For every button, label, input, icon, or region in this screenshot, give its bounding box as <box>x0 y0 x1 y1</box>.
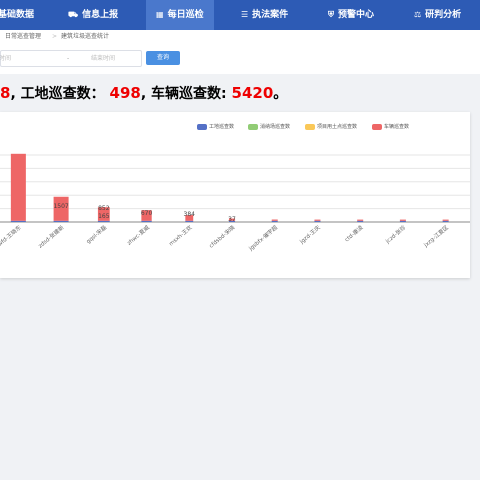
x-tick-label: gqwfd-王晓东 <box>0 223 23 252</box>
data-label: 384 <box>184 211 196 218</box>
x-tick-label: jgsbfx-催宇超 <box>246 223 279 253</box>
bar-vehicle[interactable] <box>399 219 406 221</box>
bar-site[interactable] <box>141 220 152 222</box>
bar-site[interactable] <box>442 220 449 222</box>
x-tick-label: cfdsbd-宋晓 <box>207 223 236 250</box>
bar-vehicle[interactable] <box>10 153 26 221</box>
bar-site[interactable] <box>185 220 194 222</box>
bar-site[interactable] <box>399 220 406 222</box>
bar-site[interactable] <box>53 220 69 222</box>
bar-site[interactable] <box>271 220 278 222</box>
data-label: 165 <box>98 213 110 220</box>
bar-vehicle[interactable] <box>357 219 364 221</box>
x-tick-label: gqsl-宋磊 <box>84 223 108 245</box>
bar-chart: gqwfd-王晓东 zdsd-张建新 gqsl-宋磊 zhwc-夏威 msxh-王欢 cf… <box>0 153 470 253</box>
x-tick-label: msxh-王欢 <box>167 223 194 247</box>
x-tick-label: zdsd-张建新 <box>36 223 65 250</box>
data-label: 670 <box>141 210 153 217</box>
bar-vehicle[interactable] <box>314 219 321 221</box>
bar-site[interactable] <box>10 220 26 222</box>
data-label: 1507 <box>53 203 68 210</box>
data-label: 37 <box>228 216 236 223</box>
x-tick-label: jczd-张珍 <box>383 223 408 245</box>
bar-site[interactable] <box>357 220 364 222</box>
x-tick-label: jxzg-江夏区 <box>422 224 450 249</box>
x-tick-label: zhwc-夏威 <box>125 223 151 247</box>
x-tick-label: jgzd-王庆 <box>297 223 322 246</box>
bar-site[interactable] <box>314 220 321 222</box>
bar-site[interactable] <box>97 220 110 222</box>
x-tick-label: ctd-康凌 <box>343 223 365 243</box>
bar-vehicle[interactable] <box>271 219 278 221</box>
data-label: 852 <box>98 205 110 212</box>
bar-vehicle[interactable] <box>442 219 449 221</box>
